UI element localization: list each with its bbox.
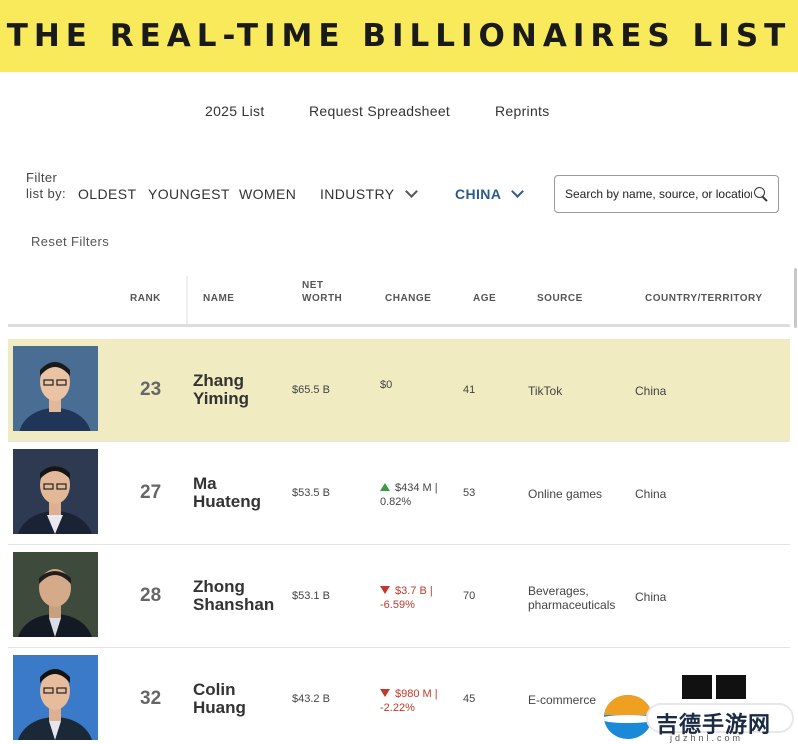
row-change: $3.7 B | -6.59% bbox=[380, 584, 460, 612]
row-last-name: Shanshan bbox=[193, 595, 275, 614]
page-title: THE REAL-TIME BILLIONAIRES LIST bbox=[6, 18, 792, 54]
filter-label: Filter list by: bbox=[26, 170, 67, 201]
avatar bbox=[13, 449, 98, 534]
row-name[interactable]: Zhong Shanshan bbox=[193, 578, 293, 614]
row-change: $0 bbox=[380, 379, 393, 391]
table-row[interactable]: 23 Zhang Yiming $65.5 B $0 41 TikTok Chin… bbox=[8, 339, 790, 442]
arrow-down-icon bbox=[380, 689, 390, 697]
top-nav: 2025 List Request Spreadsheet Reprints bbox=[0, 103, 798, 123]
row-first-name: Zhang bbox=[193, 371, 244, 390]
row-rank: 27 bbox=[140, 482, 162, 503]
row-net-worth: $43.2 B bbox=[292, 693, 330, 705]
row-change: $434 M | 0.82% bbox=[380, 481, 460, 509]
row-first-name: Ma bbox=[193, 474, 217, 493]
watermark-sub: jdzhnl.com bbox=[670, 733, 744, 743]
row-net-worth: $65.5 B bbox=[292, 384, 330, 396]
header-net-worth-line1: NET bbox=[302, 280, 324, 291]
filter-industry-label: INDUSTRY bbox=[320, 186, 395, 202]
filter-women[interactable]: WOMEN bbox=[239, 186, 296, 202]
row-country: China bbox=[635, 590, 667, 604]
row-source: TikTok bbox=[528, 384, 563, 398]
row-first-name: Colin bbox=[193, 680, 236, 699]
avatar bbox=[13, 346, 98, 431]
watermark-logo-icon bbox=[604, 695, 652, 739]
filter-youngest[interactable]: YOUNGEST bbox=[148, 186, 230, 202]
row-name[interactable]: Colin Huang bbox=[193, 681, 293, 717]
arrow-down-icon bbox=[380, 586, 390, 594]
row-source: Online games bbox=[528, 487, 603, 501]
watermark-badge bbox=[716, 675, 746, 699]
page-banner: THE REAL-TIME BILLIONAIRES LIST bbox=[0, 0, 798, 72]
row-age: 45 bbox=[463, 693, 476, 705]
header-name[interactable]: NAME bbox=[203, 293, 234, 304]
row-age: 53 bbox=[463, 487, 476, 499]
row-country: China bbox=[635, 487, 667, 501]
filter-industry-dropdown[interactable]: INDUSTRY bbox=[320, 185, 418, 202]
header-rank[interactable]: RANK bbox=[130, 293, 161, 304]
row-last-name: Yiming bbox=[193, 389, 250, 408]
header-country[interactable]: COUNTRY/TERRITORY bbox=[645, 293, 763, 304]
row-last-name: Huateng bbox=[193, 492, 261, 511]
row-source: Beverages, pharmaceuticals bbox=[528, 584, 616, 612]
header-divider bbox=[186, 276, 188, 326]
header-underline bbox=[8, 324, 790, 327]
row-rank: 23 bbox=[140, 379, 162, 400]
row-name[interactable]: Zhang Yiming bbox=[193, 372, 293, 408]
avatar bbox=[13, 655, 98, 740]
header-net-worth[interactable]: NET WORTH bbox=[302, 279, 342, 305]
table-row[interactable]: 28 Zhong Shanshan $53.1 B $3.7 B | -6.59%… bbox=[8, 545, 790, 648]
nav-2025-list-link[interactable]: 2025 List bbox=[205, 103, 265, 119]
filter-country-dropdown[interactable]: CHINA bbox=[455, 185, 525, 202]
arrow-up-icon bbox=[380, 483, 390, 491]
row-country: China bbox=[635, 384, 667, 398]
header-change[interactable]: CHANGE bbox=[385, 293, 431, 304]
header-net-worth-line2: WORTH bbox=[302, 293, 343, 304]
table-row[interactable]: 27 Ma Huateng $53.5 B $434 M | 0.82% 53 O… bbox=[8, 442, 790, 545]
table-header: RANK NAME NET WORTH CHANGE AGE SOURCE COU… bbox=[0, 276, 798, 326]
avatar bbox=[13, 552, 98, 637]
row-net-worth: $53.1 B bbox=[292, 590, 330, 602]
search-icon[interactable] bbox=[754, 187, 765, 198]
filter-country-label: CHINA bbox=[455, 186, 502, 202]
search-input[interactable] bbox=[554, 175, 779, 213]
row-first-name: Zhong bbox=[193, 577, 245, 596]
row-net-worth: $53.5 B bbox=[292, 487, 330, 499]
nav-request-spreadsheet-link[interactable]: Request Spreadsheet bbox=[309, 103, 450, 119]
row-rank: 28 bbox=[140, 585, 162, 606]
row-last-name: Huang bbox=[193, 698, 246, 717]
nav-reprints-link[interactable]: Reprints bbox=[495, 103, 550, 119]
row-age: 41 bbox=[463, 384, 476, 396]
header-age[interactable]: AGE bbox=[473, 293, 496, 304]
row-rank: 32 bbox=[140, 688, 162, 709]
watermark-badge bbox=[682, 675, 712, 699]
row-age: 70 bbox=[463, 590, 476, 602]
chevron-down-icon bbox=[404, 185, 418, 198]
filter-oldest[interactable]: OLDEST bbox=[78, 186, 136, 202]
scrollbar-thumb[interactable] bbox=[794, 268, 797, 328]
filter-bar: Filter list by: OLDEST YOUNGEST WOMEN IN… bbox=[0, 170, 798, 250]
watermark: 吉德手游网 jdzhnl.com bbox=[604, 673, 798, 744]
row-change: $980 M | -2.22% bbox=[380, 687, 460, 715]
header-source[interactable]: SOURCE bbox=[537, 293, 583, 304]
row-name[interactable]: Ma Huateng bbox=[193, 475, 293, 511]
chevron-down-icon bbox=[511, 185, 525, 198]
reset-filters-button[interactable]: Reset Filters bbox=[31, 234, 109, 249]
